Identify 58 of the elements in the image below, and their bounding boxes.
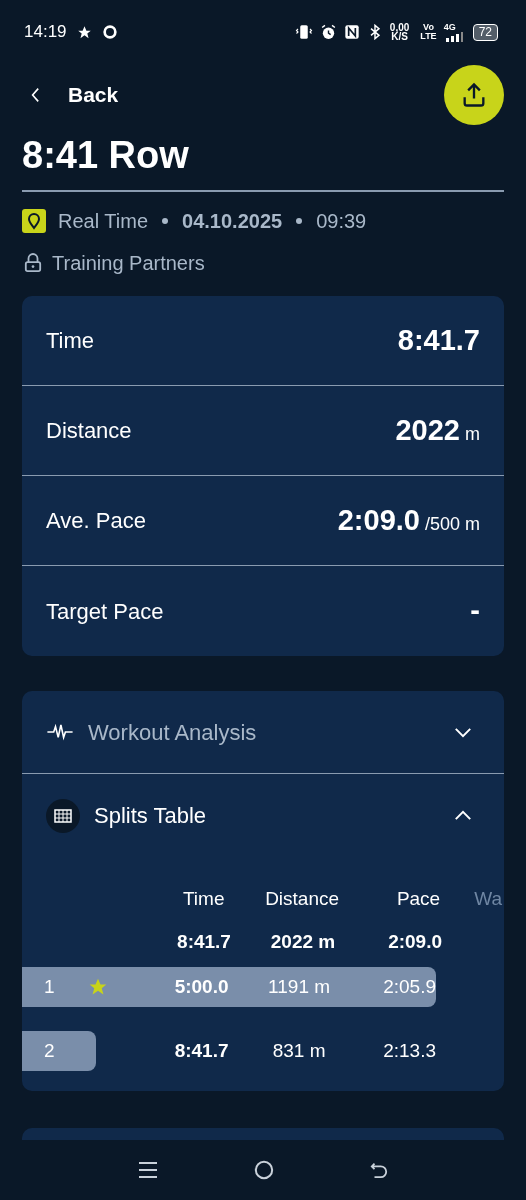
- back-nav-icon[interactable]: [370, 1161, 388, 1179]
- stat-value: 2:09.0: [337, 502, 420, 538]
- total-cell-text: 8:41.7: [176, 929, 232, 954]
- speed-unit: K/S: [391, 32, 408, 41]
- section-header[interactable]: Splits Table: [22, 774, 504, 857]
- stat-label: Ave. Pace: [46, 507, 146, 535]
- alarm-icon: [319, 23, 337, 41]
- total-cell-text: 2022 m: [269, 929, 337, 954]
- split-index: 2: [44, 1038, 55, 1063]
- split-cell-text: 8:41.7: [173, 1038, 230, 1063]
- split-cell-text: 2:13.3: [382, 1038, 436, 1063]
- stat-label: Distance: [46, 417, 132, 445]
- source-label: Real Time: [58, 209, 149, 234]
- split-cell-text: 1191 m: [267, 974, 332, 999]
- split-cell-text: 5:00.0: [173, 974, 230, 999]
- menu-icon[interactable]: [138, 1161, 158, 1179]
- table-icon: [46, 798, 80, 833]
- stat-label: Time: [46, 327, 95, 355]
- privacy-label: Training Partners: [52, 251, 205, 276]
- column-header: Time: [181, 886, 226, 911]
- location-pin-icon: [22, 209, 46, 233]
- workout-title: 8:41 Row: [21, 133, 190, 178]
- stat-unit: m: [465, 422, 480, 446]
- workout-date: 04.10.2025: [182, 209, 283, 234]
- workout-time: 09:39: [316, 209, 367, 234]
- signal-icon: [443, 31, 464, 42]
- column-header: Wa: [474, 886, 503, 911]
- stat-value: -: [470, 593, 480, 629]
- stat-unit: /500 m: [424, 512, 480, 536]
- nfc-icon: [343, 24, 360, 40]
- column-header: Pace: [395, 886, 441, 911]
- star-icon: [76, 24, 92, 40]
- vibrate-icon: [294, 23, 313, 41]
- home-icon[interactable]: [254, 1160, 274, 1180]
- back-button[interactable]: Back: [30, 79, 119, 111]
- split-cell-text: 831 m: [271, 1038, 327, 1063]
- stat-value: 8:41.7: [397, 322, 480, 358]
- battery-indicator: 72: [472, 23, 498, 41]
- lock-icon: [24, 253, 42, 273]
- volte-label: Vo: [423, 23, 434, 32]
- lte-label: LTE: [420, 32, 437, 41]
- column-header: Distance: [264, 886, 341, 911]
- stat-value: 2022: [395, 412, 460, 448]
- waveform-icon: [46, 723, 74, 741]
- split-row[interactable]: 2 8:41.7 831 m 2:13.3: [22, 1031, 436, 1071]
- stat-label: Target Pace: [46, 597, 164, 626]
- network-speed: 0,00: [389, 23, 410, 32]
- expand-chevron-icon: [454, 726, 472, 738]
- split-cell-text: 2:05.9: [382, 974, 436, 999]
- total-cell-text: 2:09.0: [387, 929, 442, 954]
- collapse-chevron-icon: [454, 810, 472, 821]
- clock-time: 14:19: [24, 21, 67, 44]
- section-header[interactable]: Workout Analysis: [22, 691, 504, 774]
- share-button[interactable]: [444, 65, 504, 125]
- network-type: 4G: [443, 22, 456, 32]
- split-index: 1: [44, 974, 55, 999]
- ring-icon: [101, 24, 118, 40]
- back-icon: [30, 87, 40, 103]
